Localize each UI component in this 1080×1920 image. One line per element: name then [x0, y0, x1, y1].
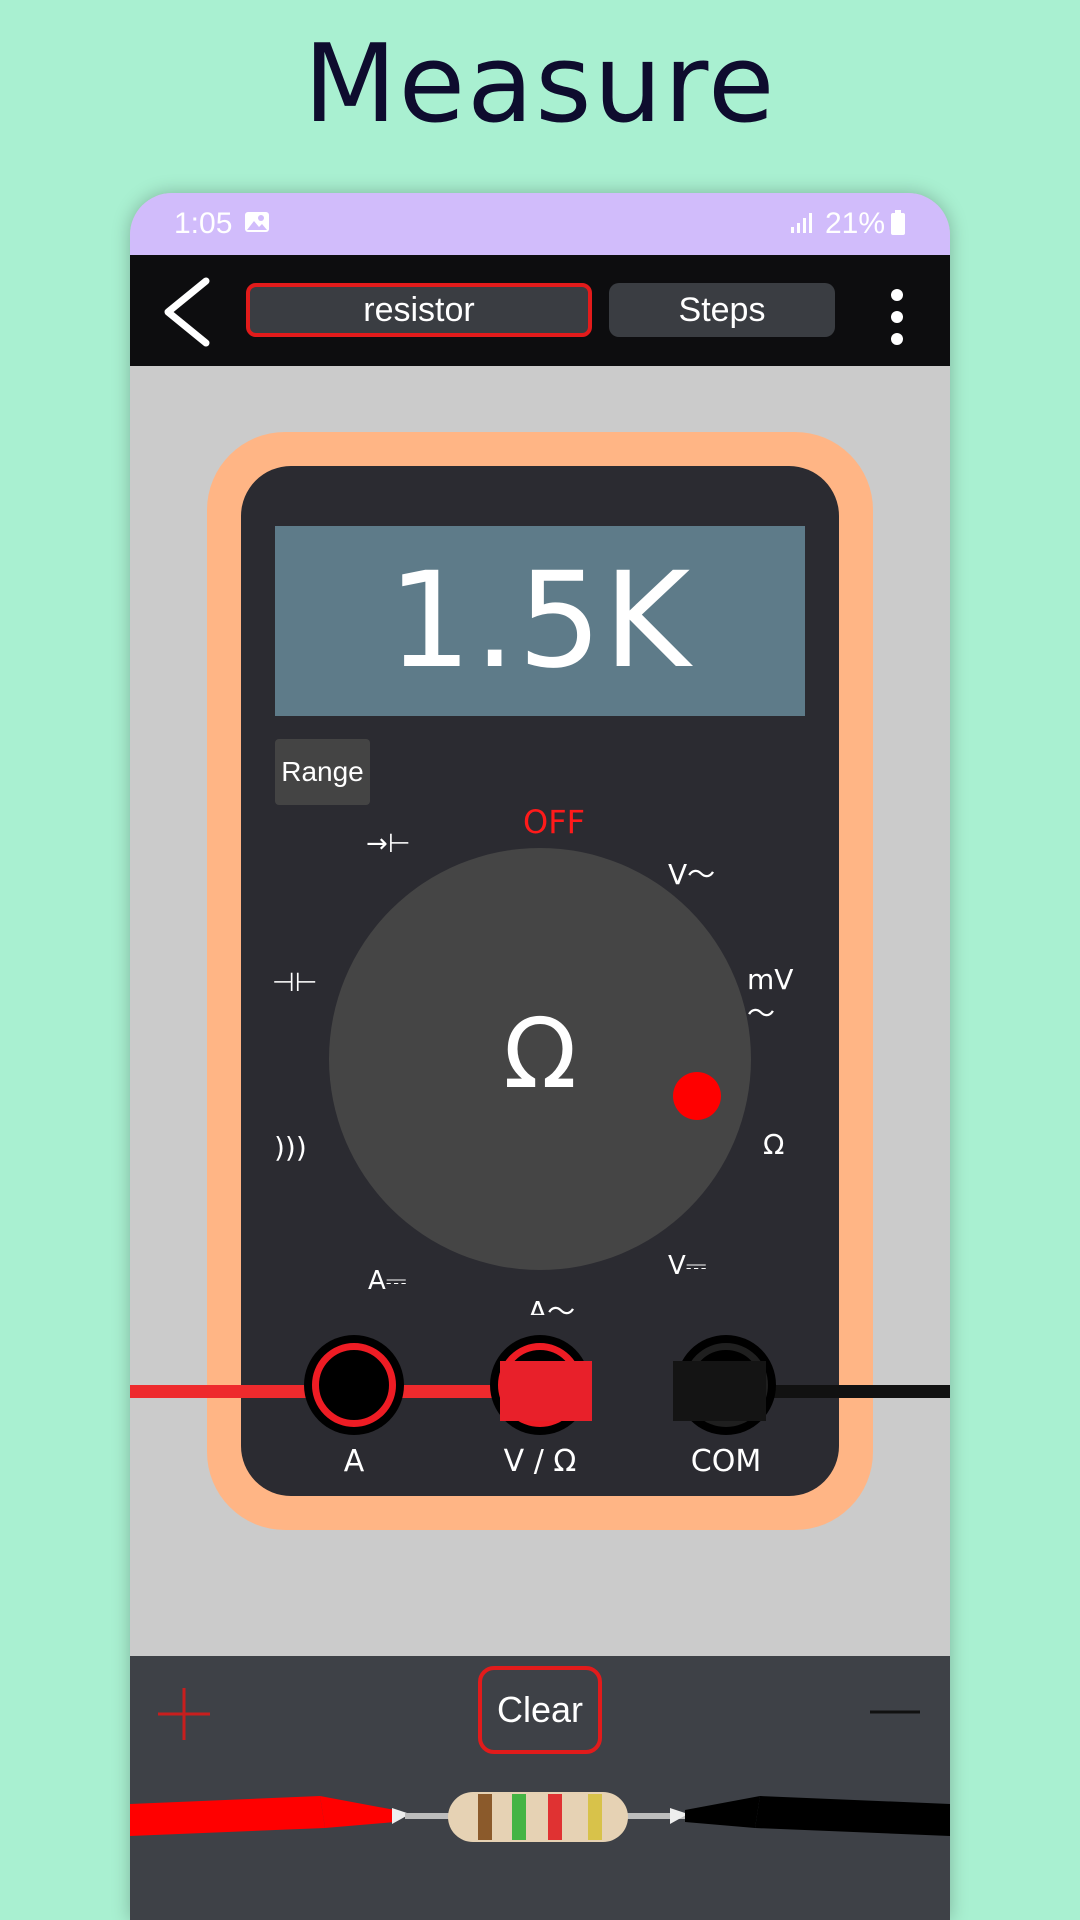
dial-label-diode[interactable]: →⊢	[366, 829, 410, 860]
jack-label-v-ohm: V / Ω	[503, 1444, 577, 1479]
back-arrow-icon[interactable]	[158, 275, 218, 349]
range-button[interactable]: Range	[275, 739, 370, 805]
red-alligator-clip[interactable]	[130, 1796, 410, 1836]
rotary-dial[interactable]: Ω	[329, 848, 751, 1270]
battery-icon	[891, 210, 905, 235]
jack-a[interactable]	[304, 1335, 404, 1435]
dial-label-a-ac[interactable]: A〜	[528, 1295, 575, 1315]
image-icon	[245, 212, 269, 232]
dial-label-off[interactable]: OFF	[523, 803, 585, 841]
dial-label-ohm[interactable]: Ω	[763, 1128, 784, 1162]
status-time: 1:05	[174, 207, 233, 240]
dial-pointer	[673, 1072, 721, 1120]
jack-label-com: COM	[690, 1444, 762, 1479]
battery-percent: 21%	[825, 207, 886, 240]
red-probe-plug[interactable]	[500, 1361, 592, 1421]
dial-label-a-dc[interactable]: A⎓	[368, 1266, 407, 1297]
signal-icon	[791, 213, 812, 233]
black-probe-plug[interactable]	[673, 1361, 766, 1421]
resistor-circuit	[130, 1792, 950, 1842]
plus-icon[interactable]	[156, 1686, 212, 1742]
status-bar: 1:05 21%	[130, 193, 950, 255]
clear-button[interactable]: Clear	[478, 1666, 602, 1754]
minus-icon[interactable]	[868, 1702, 922, 1722]
page-title: Measure	[303, 22, 777, 147]
more-vert-icon[interactable]	[882, 287, 912, 363]
dial-label-continuity[interactable]: )))	[274, 1131, 307, 1165]
dial-label-v-dc[interactable]: V⎓	[668, 1251, 707, 1282]
dial-label-mv-ac[interactable]: mV 〜	[747, 963, 793, 1030]
dial-label-capacitor[interactable]: ⊣⊢	[272, 968, 317, 999]
tab-resistor[interactable]: resistor	[246, 283, 592, 337]
app-bar: resistor Steps	[130, 255, 950, 366]
tab-steps[interactable]: Steps	[609, 283, 835, 337]
meter-display: 1.5K	[275, 526, 805, 716]
resistor-component[interactable]	[448, 1792, 628, 1842]
jack-label-a: A	[343, 1444, 365, 1479]
dial-label-v-ac[interactable]: V〜	[668, 858, 715, 892]
black-alligator-clip[interactable]	[670, 1796, 950, 1836]
bottom-panel: Clear	[130, 1656, 950, 1920]
phone-frame: 1:05 21% resistor Steps 1.5K Range Ω OFF…	[130, 193, 950, 1920]
